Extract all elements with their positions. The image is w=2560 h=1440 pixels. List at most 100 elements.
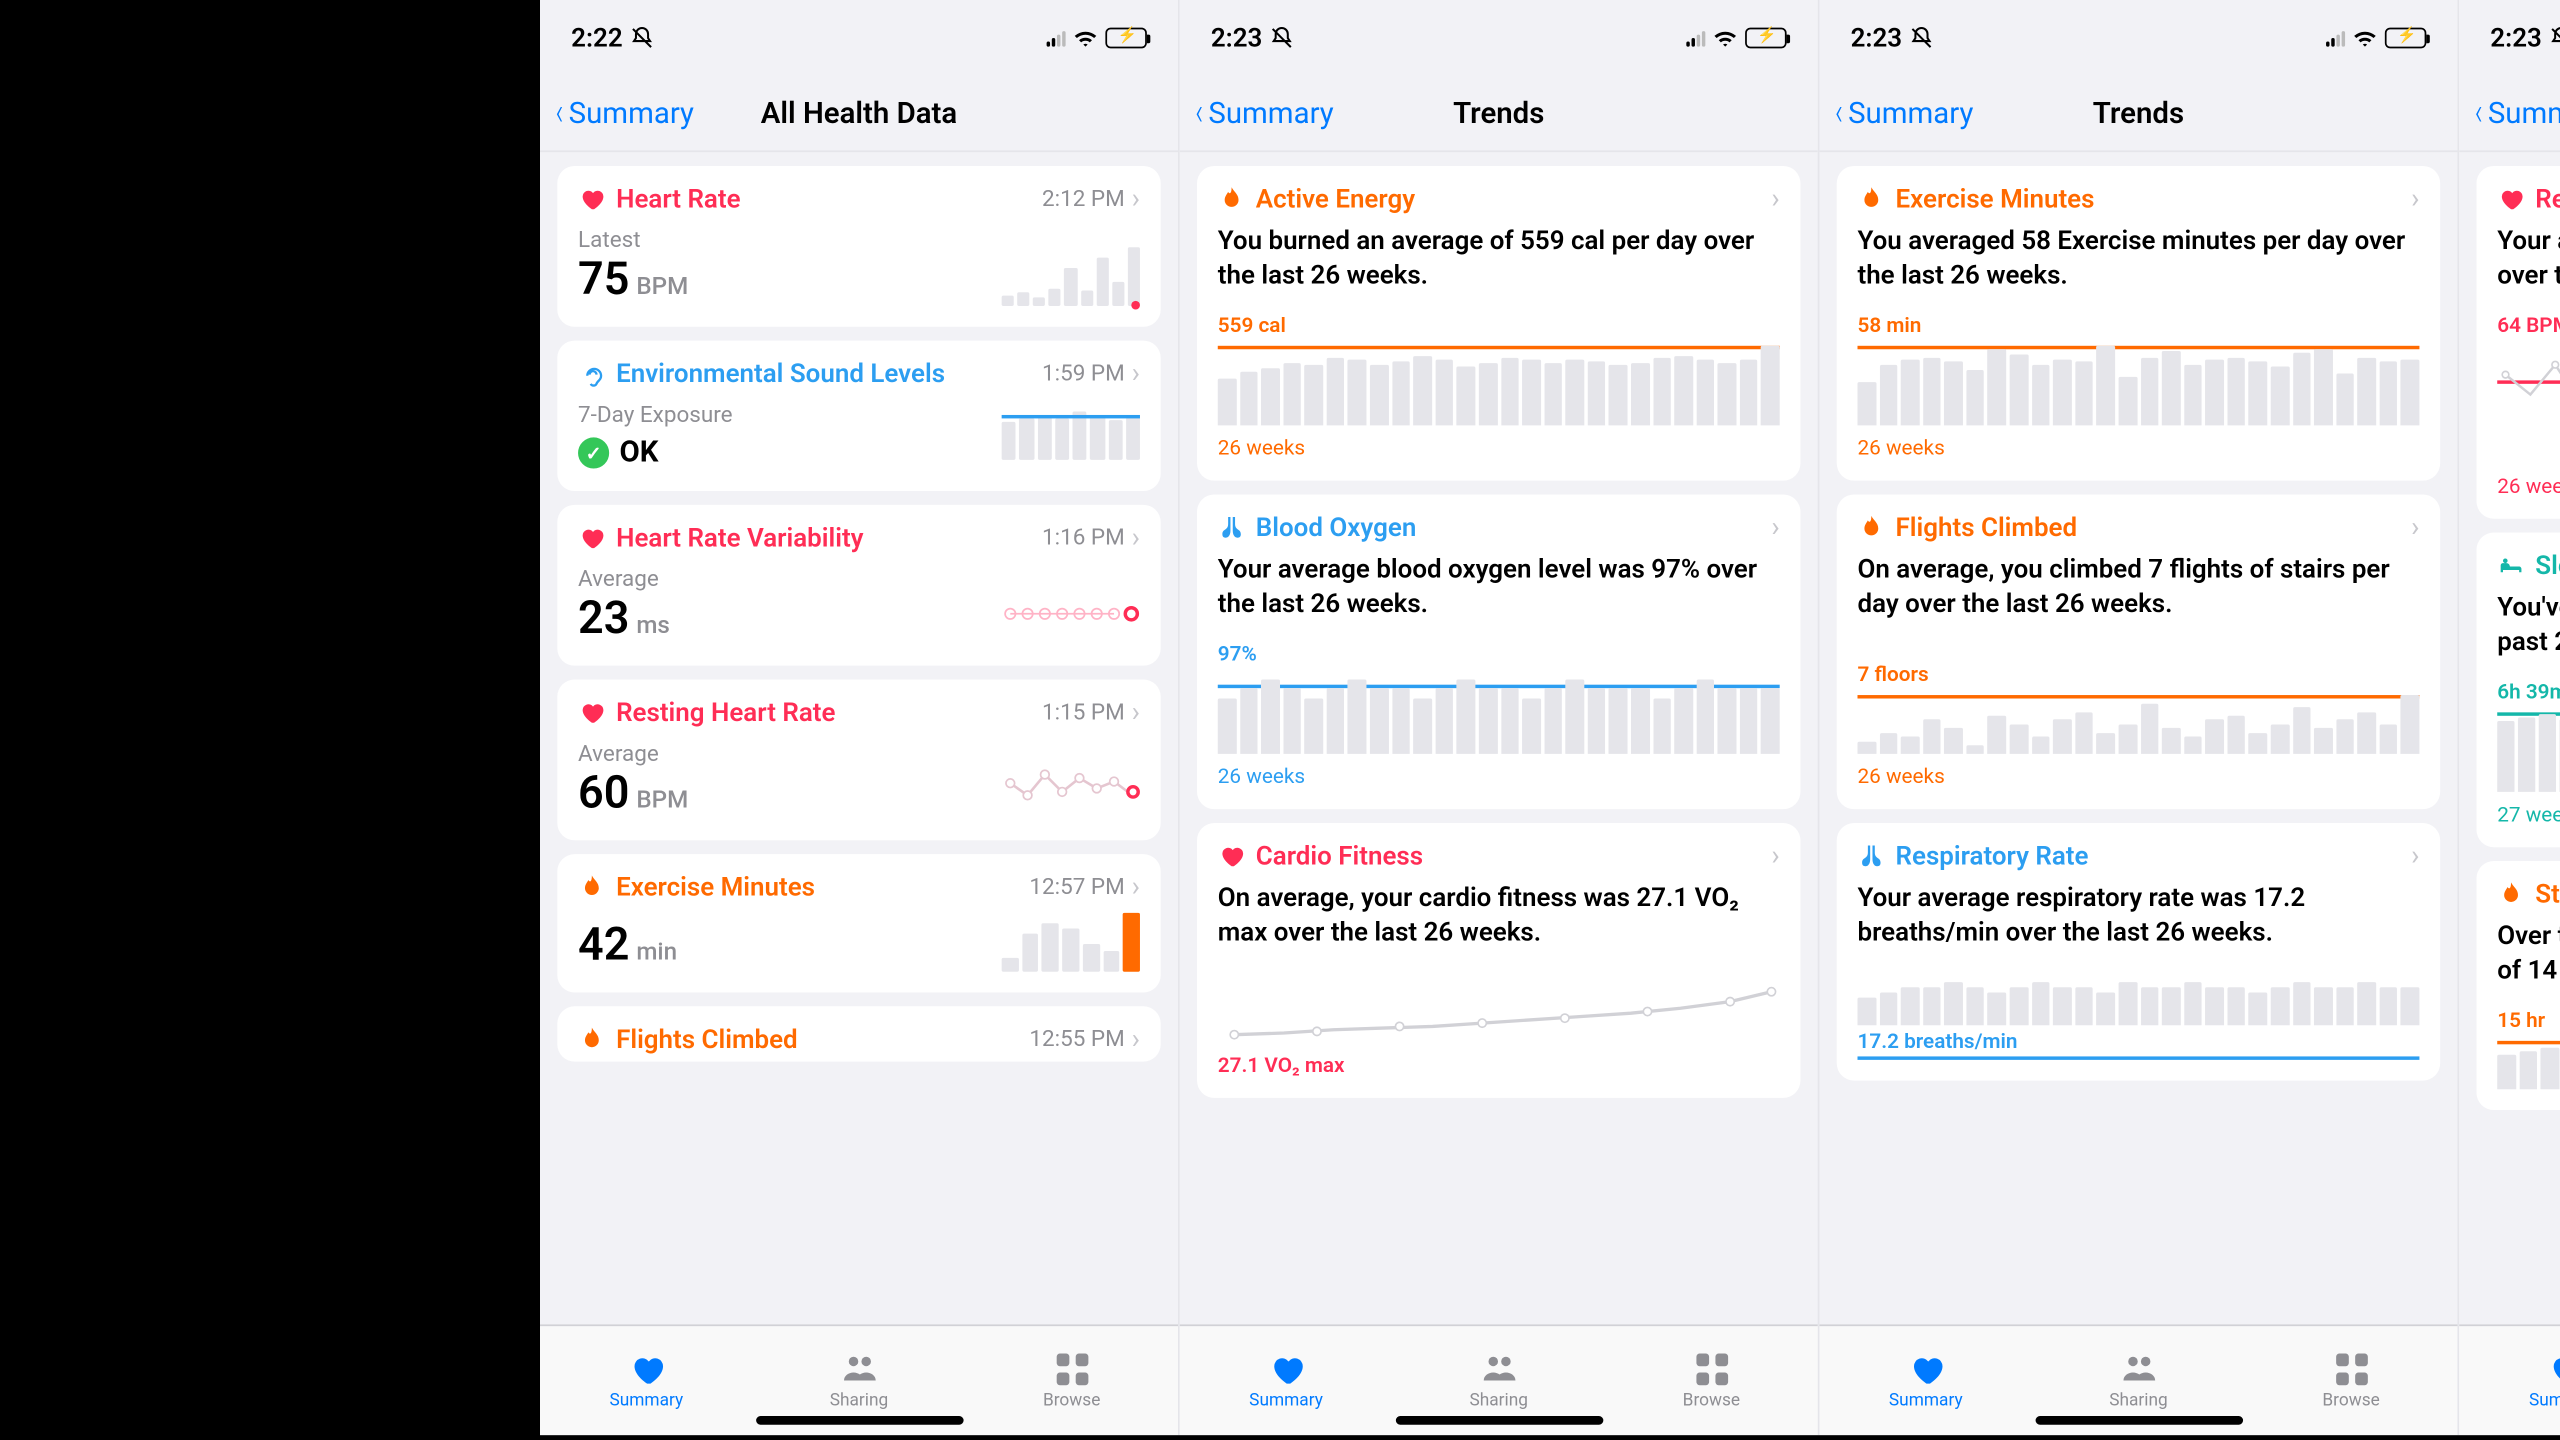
battery-icon: ⚡ — [2385, 28, 2426, 49]
trend-desc: You averaged 58 Exercise minutes per day… — [1857, 225, 2419, 292]
trend-title: Blood Oxygen — [1256, 512, 1417, 543]
wifi-icon — [1712, 28, 1738, 49]
card-heart-rate[interactable]: Heart Rate 2:12 PM› Latest 75BPM — [557, 166, 1160, 327]
lungs-icon — [1218, 514, 1246, 542]
card-subhead: Average — [578, 567, 1140, 593]
trend-desc: You've been getting 6h 39m of sleep over… — [2497, 591, 2560, 658]
card-environmental-sound[interactable]: Environmental Sound Levels 1:59 PM› 7-Da… — [557, 341, 1160, 491]
trend-threshold-label: 27.1 VO₂ max — [1218, 1053, 1780, 1077]
tab-browse[interactable]: Browse — [965, 1326, 1178, 1435]
dnd-icon — [1909, 26, 1933, 50]
bed-icon — [2497, 552, 2525, 580]
trend-title: Respiratory Rate — [1896, 840, 2089, 871]
trend-flights-climbed[interactable]: Flights Climbed› On average, you climbed… — [1837, 494, 2440, 809]
card-hrv[interactable]: Heart Rate Variability 1:16 PM› Average … — [557, 505, 1160, 666]
tab-browse[interactable]: Browse — [2245, 1326, 2458, 1435]
mini-chart — [1002, 903, 1140, 972]
flame-icon — [1857, 185, 1885, 213]
tab-summary[interactable]: Summary — [1180, 1326, 1393, 1435]
tab-label: Browse — [2322, 1392, 2379, 1411]
tab-bar: Summary Sharing Browse — [2459, 1324, 2560, 1435]
card-time-label: 12:57 PM — [1029, 874, 1124, 900]
flame-icon — [578, 873, 606, 901]
trend-chart — [1857, 342, 2419, 425]
trend-desc: Your average blood oxygen level was 97% … — [1218, 553, 1780, 620]
trend-respiratory-rate[interactable]: Respiratory Rate› Your average respirato… — [1837, 823, 2440, 1081]
card-flights-peek[interactable]: Flights Climbed 12:55 PM› — [557, 1006, 1160, 1061]
nav-bar: ‹Summary Trends — [1819, 76, 2457, 152]
status-time: 2:23 — [2490, 22, 2542, 53]
card-unit: BPM — [636, 273, 688, 301]
people-icon — [837, 1350, 882, 1388]
card-title-label: Resting Heart Rate — [616, 697, 835, 728]
page-title: All Health Data — [761, 96, 957, 131]
card-unit: min — [636, 939, 677, 967]
trend-exercise-minutes[interactable]: Exercise Minutes › You averaged 58 Exerci… — [1837, 166, 2440, 481]
tab-label: Sharing — [2109, 1392, 2168, 1411]
trend-chart — [2497, 1037, 2560, 1089]
trend-active-energy[interactable]: Active Energy› You burned an average of … — [1197, 166, 1800, 481]
back-button[interactable]: ‹ Summary — [554, 94, 694, 132]
flame-icon — [1218, 185, 1246, 213]
trend-threshold-label: 6h 39m — [2497, 679, 2560, 703]
trend-title: Active Energy — [1256, 183, 1415, 214]
tab-summary[interactable]: Summary — [1819, 1326, 2032, 1435]
chevron-left-icon: ‹ — [556, 94, 564, 132]
cellular-icon — [1047, 29, 1066, 46]
card-exercise-min[interactable]: Exercise Minutes 12:57 PM› 42min — [557, 854, 1160, 992]
tab-browse[interactable]: Browse — [1605, 1326, 1818, 1435]
trend-resting-hr[interactable]: Resting Heart Rate› Your average resting… — [2476, 166, 2560, 519]
card-value: 23 — [578, 593, 629, 645]
trend-title: Stand Hours — [2535, 878, 2560, 909]
tab-summary[interactable]: Summary — [2459, 1326, 2560, 1435]
cellular-icon — [2326, 29, 2345, 46]
tab-label: Sharing — [1469, 1392, 1528, 1411]
check-icon: ✓ — [578, 437, 609, 468]
chevron-right-icon: › — [1132, 873, 1140, 901]
card-time-label: 1:59 PM — [1042, 360, 1125, 386]
lungs-icon — [1857, 842, 1885, 870]
flame-icon — [2497, 880, 2525, 908]
trend-chart — [1857, 977, 2419, 1025]
card-resting-hr[interactable]: Resting Heart Rate 1:15 PM› Average 60BP… — [557, 679, 1160, 840]
trend-chart — [2497, 709, 2560, 792]
grid-icon — [1689, 1350, 1734, 1388]
trend-desc: Your average respiratory rate was 17.2 b… — [1857, 882, 2419, 949]
grid-icon — [1049, 1350, 1094, 1388]
page-title: Trends — [1453, 96, 1544, 131]
card-unit: BPM — [636, 787, 688, 815]
trend-title: Sleep — [2535, 550, 2560, 581]
status-bar: 2:23 ⚡ — [1819, 0, 2457, 76]
trend-desc: You burned an average of 559 cal per day… — [1218, 225, 1780, 292]
home-indicator[interactable] — [1395, 1416, 1602, 1425]
tab-summary[interactable]: Summary — [540, 1326, 753, 1435]
trend-chart — [1218, 342, 1780, 425]
card-value: 42 — [578, 920, 629, 972]
people-icon — [1476, 1350, 1521, 1388]
back-button[interactable]: ‹Summary — [2473, 94, 2560, 132]
heart-icon — [1264, 1350, 1309, 1388]
back-button[interactable]: ‹Summary — [1833, 94, 1973, 132]
page-title: Trends — [2093, 96, 2184, 131]
trend-title: Cardio Fitness — [1256, 840, 1423, 871]
trend-title: Exercise Minutes — [1896, 183, 2095, 214]
chevron-left-icon: ‹ — [1835, 94, 1843, 132]
back-button[interactable]: ‹Summary — [1194, 94, 1334, 132]
chevron-right-icon: › — [2411, 185, 2419, 213]
trend-threshold-label: 7 floors — [1857, 662, 2419, 686]
card-title-label: Flights Climbed — [616, 1024, 798, 1055]
mini-chart — [1002, 237, 1140, 306]
trend-sleep[interactable]: Sleep› You've been getting 6h 39m of sle… — [2476, 533, 2560, 848]
back-label: Summary — [2488, 96, 2560, 131]
screen-trends-1: 2:23 ⚡ ‹Summary Trends Active Energy› Yo… — [1180, 0, 1820, 1435]
nav-bar: ‹Summary Trends — [2459, 76, 2560, 152]
ok-label: OK — [620, 436, 659, 471]
trend-blood-oxygen[interactable]: Blood Oxygen› Your average blood oxygen … — [1197, 494, 1800, 809]
trend-cardio-fitness[interactable]: Cardio Fitness› On average, your cardio … — [1197, 823, 1800, 1098]
trend-stand-hours[interactable]: Stand Hours› Over the past 26 weeks, you… — [2476, 861, 2560, 1110]
home-indicator[interactable] — [755, 1416, 962, 1425]
home-indicator[interactable] — [2035, 1416, 2242, 1425]
tab-label: Sharing — [830, 1392, 889, 1411]
status-bar: 2:23 ⚡ — [1180, 0, 1818, 76]
trend-threshold-label: 64 BPM — [2497, 313, 2560, 337]
